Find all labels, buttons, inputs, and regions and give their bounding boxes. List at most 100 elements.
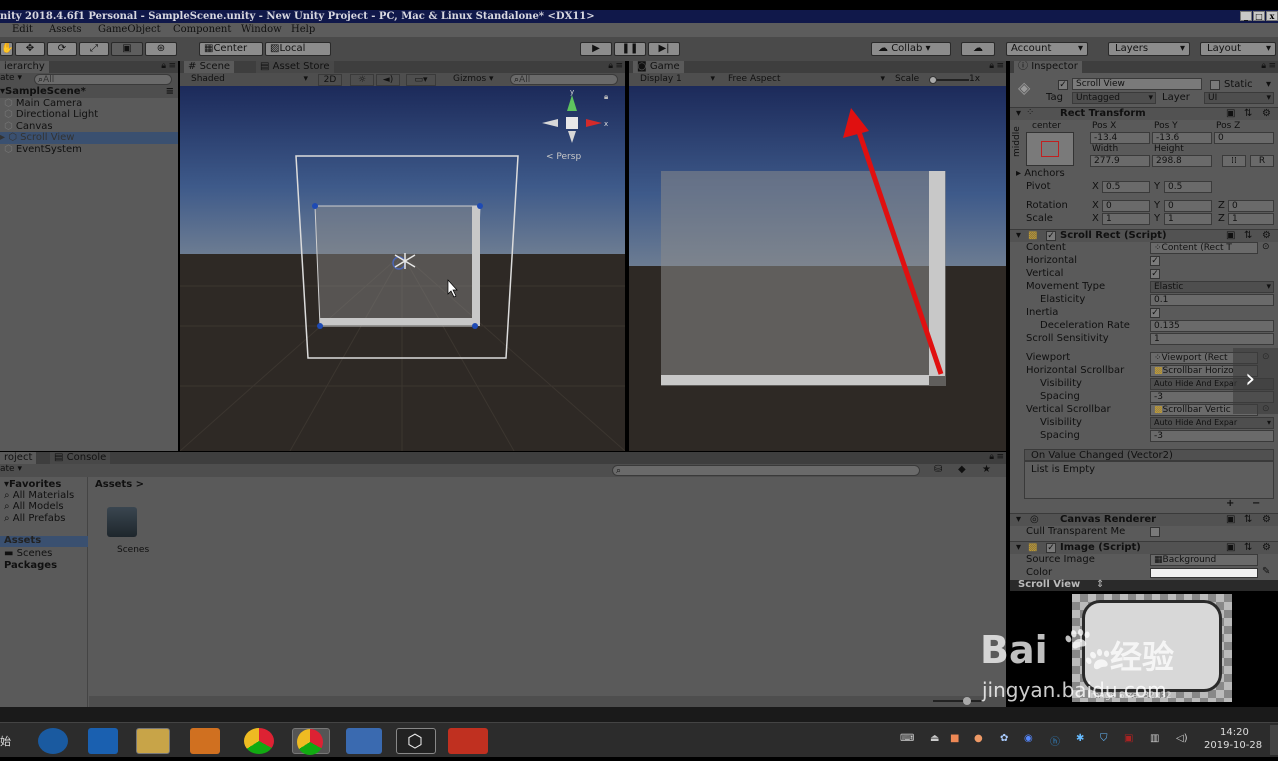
foldout-icon[interactable]: ▾ [1016, 230, 1021, 241]
show-desktop-button[interactable] [1270, 725, 1278, 755]
panel-menu-icon[interactable]: ≡ [1268, 61, 1276, 71]
clock-date[interactable]: 2019-10-28 [1204, 740, 1262, 751]
fav-all-materials[interactable]: ⌕ All Materials [4, 490, 74, 501]
hierarchy-item-eventsystem[interactable]: ⬡ EventSystem [4, 144, 82, 156]
lock-icon[interactable]: 🔒︎ [161, 61, 166, 71]
tab-scene[interactable]: # Scene [184, 61, 235, 73]
gear-icon[interactable]: ⚙ [1262, 230, 1271, 241]
tab-asset-store[interactable]: ▤ Asset Store [256, 61, 334, 73]
static-dropdown[interactable]: ▾ [1266, 79, 1271, 90]
shield-icon[interactable]: ⛉ [1100, 733, 1108, 744]
object-picker-icon[interactable]: ⊙ [1262, 242, 1270, 252]
v-visibility-dropdown[interactable]: Auto Hide And Expar ▾ [1150, 417, 1274, 429]
tree-packages-item[interactable]: Packages [4, 560, 57, 571]
next-slide-button[interactable]: › [1233, 348, 1278, 414]
app-m-icon[interactable] [88, 728, 118, 754]
movement-type-dropdown[interactable]: Elastic ▾ [1150, 281, 1274, 293]
tag-dropdown[interactable]: Untagged ▾ [1072, 92, 1156, 104]
preview-dropdown[interactable]: ⇕ [1096, 579, 1104, 590]
scroll-rect-header[interactable]: ▾ ▩ ✓ Scroll Rect (Script) ▣ ⇅ ⚙ [1010, 229, 1278, 242]
aspect-dropdown[interactable]: Free Aspect ▾ [725, 74, 887, 86]
rotate-tool-button[interactable]: ⟳ [47, 42, 77, 56]
anchors-foldout[interactable]: ▸ Anchors [1016, 168, 1065, 179]
tray-app3-icon[interactable]: ✿ [1000, 733, 1008, 744]
expand-icon[interactable]: ▸ [0, 132, 5, 143]
hierarchy-search-input[interactable]: ⌕All [34, 74, 172, 85]
inertia-checkbox[interactable]: ✓ [1150, 308, 1160, 318]
tray-app2-icon[interactable]: ● [974, 733, 983, 744]
tray-gear-icon[interactable]: ✱ [1076, 733, 1084, 744]
step-button[interactable]: ▶| [648, 42, 680, 56]
close-button[interactable]: x [1266, 11, 1278, 21]
menu-component[interactable]: Component [173, 24, 231, 35]
scale-tool-button[interactable]: ⤢ [79, 42, 109, 56]
filter-type-icon[interactable]: ⛁ [934, 464, 942, 475]
panel-menu-icon[interactable]: ≡ [615, 61, 623, 71]
preset-icon[interactable]: ⇅ [1244, 514, 1252, 525]
height-input[interactable]: 298.8 [1152, 155, 1212, 167]
pivot-y-input[interactable]: 0.5 [1164, 181, 1212, 193]
menu-window[interactable]: Window [241, 24, 282, 35]
canvas-renderer-header[interactable]: ▾ ◎ Canvas Renderer ▣ ⇅ ⚙ [1010, 513, 1278, 526]
menu-gameobject[interactable]: GameObject [98, 24, 161, 35]
transform-tool-button[interactable]: ⊛ [145, 42, 177, 56]
display-dropdown[interactable]: Display 1 ▾ [637, 74, 717, 86]
preset-icon[interactable]: ⇅ [1244, 230, 1252, 241]
collab-dropdown[interactable]: ☁ Collab ▾ [871, 42, 951, 56]
scale-x-input[interactable]: 1 [1102, 213, 1150, 225]
audio-toggle[interactable]: ◄) [376, 74, 400, 86]
lock-icon[interactable]: 🔒︎ [1261, 61, 1266, 71]
hp-icon[interactable]: ⓗ [1050, 733, 1060, 748]
tray-app1-icon[interactable]: ■ [950, 733, 959, 744]
clock-time[interactable]: 14:20 [1220, 727, 1249, 738]
favorites-header[interactable]: ▾Favorites [4, 479, 61, 490]
content-field[interactable]: ⁘Content (Rect T [1150, 242, 1258, 254]
move-tool-button[interactable]: ✥ [15, 42, 45, 56]
panel-menu-icon[interactable]: ≡ [996, 452, 1004, 462]
tab-hierarchy[interactable]: ierarchy [0, 61, 49, 73]
gizmos-dropdown[interactable]: Gizmos ▾ [450, 74, 502, 86]
lock-icon[interactable]: 🔒︎ [608, 61, 613, 71]
unity-icon[interactable]: ⬡ [396, 728, 436, 754]
start-button[interactable]: 始 [0, 733, 11, 749]
help-icon[interactable]: ▣ [1226, 514, 1235, 525]
2d-toggle[interactable]: 2D [318, 74, 342, 86]
deceleration-input[interactable]: 0.135 [1150, 320, 1274, 332]
event-add-button[interactable]: + [1226, 498, 1234, 509]
foldout-icon[interactable]: ▾ [1016, 514, 1021, 525]
scale-slider-thumb[interactable] [929, 76, 937, 84]
scroll-rect-enabled-checkbox[interactable]: ✓ [1046, 231, 1056, 241]
rect-transform-header[interactable]: ▾ ⁘ Rect Transform ▣ ⇅ ⚙ [1010, 107, 1278, 120]
project-breadcrumb[interactable]: Assets > [95, 479, 144, 490]
foldout-icon[interactable]: ▾ [1016, 108, 1021, 119]
project-search-input[interactable]: ⌕ [612, 465, 920, 476]
maximize-button[interactable]: □ [1253, 11, 1265, 21]
filter-label-icon[interactable]: ◆ [958, 464, 966, 475]
active-checkbox[interactable]: ✓ [1058, 80, 1068, 90]
tab-inspector[interactable]: ⓘ Inspector [1014, 61, 1082, 73]
ie-icon[interactable] [38, 728, 68, 754]
minimize-button[interactable]: _ [1240, 11, 1252, 21]
gear-icon[interactable]: ⚙ [1262, 542, 1271, 553]
help-icon[interactable]: ▣ [1226, 542, 1235, 553]
fav-all-models[interactable]: ⌕ All Models [4, 501, 64, 512]
scene-viewport[interactable]: y x < Persp 🔒︎ [180, 86, 625, 451]
scene-root-row[interactable]: ▾SampleScene* ≡ [0, 86, 178, 98]
menu-edit[interactable]: Edit [12, 24, 33, 35]
elasticity-input[interactable]: 0.1 [1150, 294, 1274, 306]
hand-tool-button[interactable]: ✋ [0, 42, 13, 56]
v-spacing-input[interactable]: -3 [1150, 430, 1274, 442]
fav-all-prefabs[interactable]: ⌕ All Prefabs [4, 513, 65, 524]
layout-dropdown[interactable]: Layout ▾ [1200, 42, 1276, 56]
hierarchy-item-scroll-view[interactable]: ▸ ⬡ Scroll View [0, 132, 178, 144]
object-name-field[interactable]: Scroll View [1072, 78, 1202, 90]
favorite-star-icon[interactable]: ★ [982, 464, 991, 475]
raw-edit-button[interactable]: R [1250, 155, 1274, 167]
tree-scenes-item[interactable]: ▬ Scenes [4, 548, 52, 559]
help-icon[interactable]: ▣ [1226, 230, 1235, 241]
scroll-sensitivity-input[interactable]: 1 [1150, 333, 1274, 345]
keyboard-icon[interactable]: ⌨ [900, 733, 914, 744]
icon-size-slider[interactable] [933, 697, 983, 705]
pivot-x-input[interactable]: 0.5 [1102, 181, 1150, 193]
chrome-icon[interactable] [244, 728, 274, 754]
